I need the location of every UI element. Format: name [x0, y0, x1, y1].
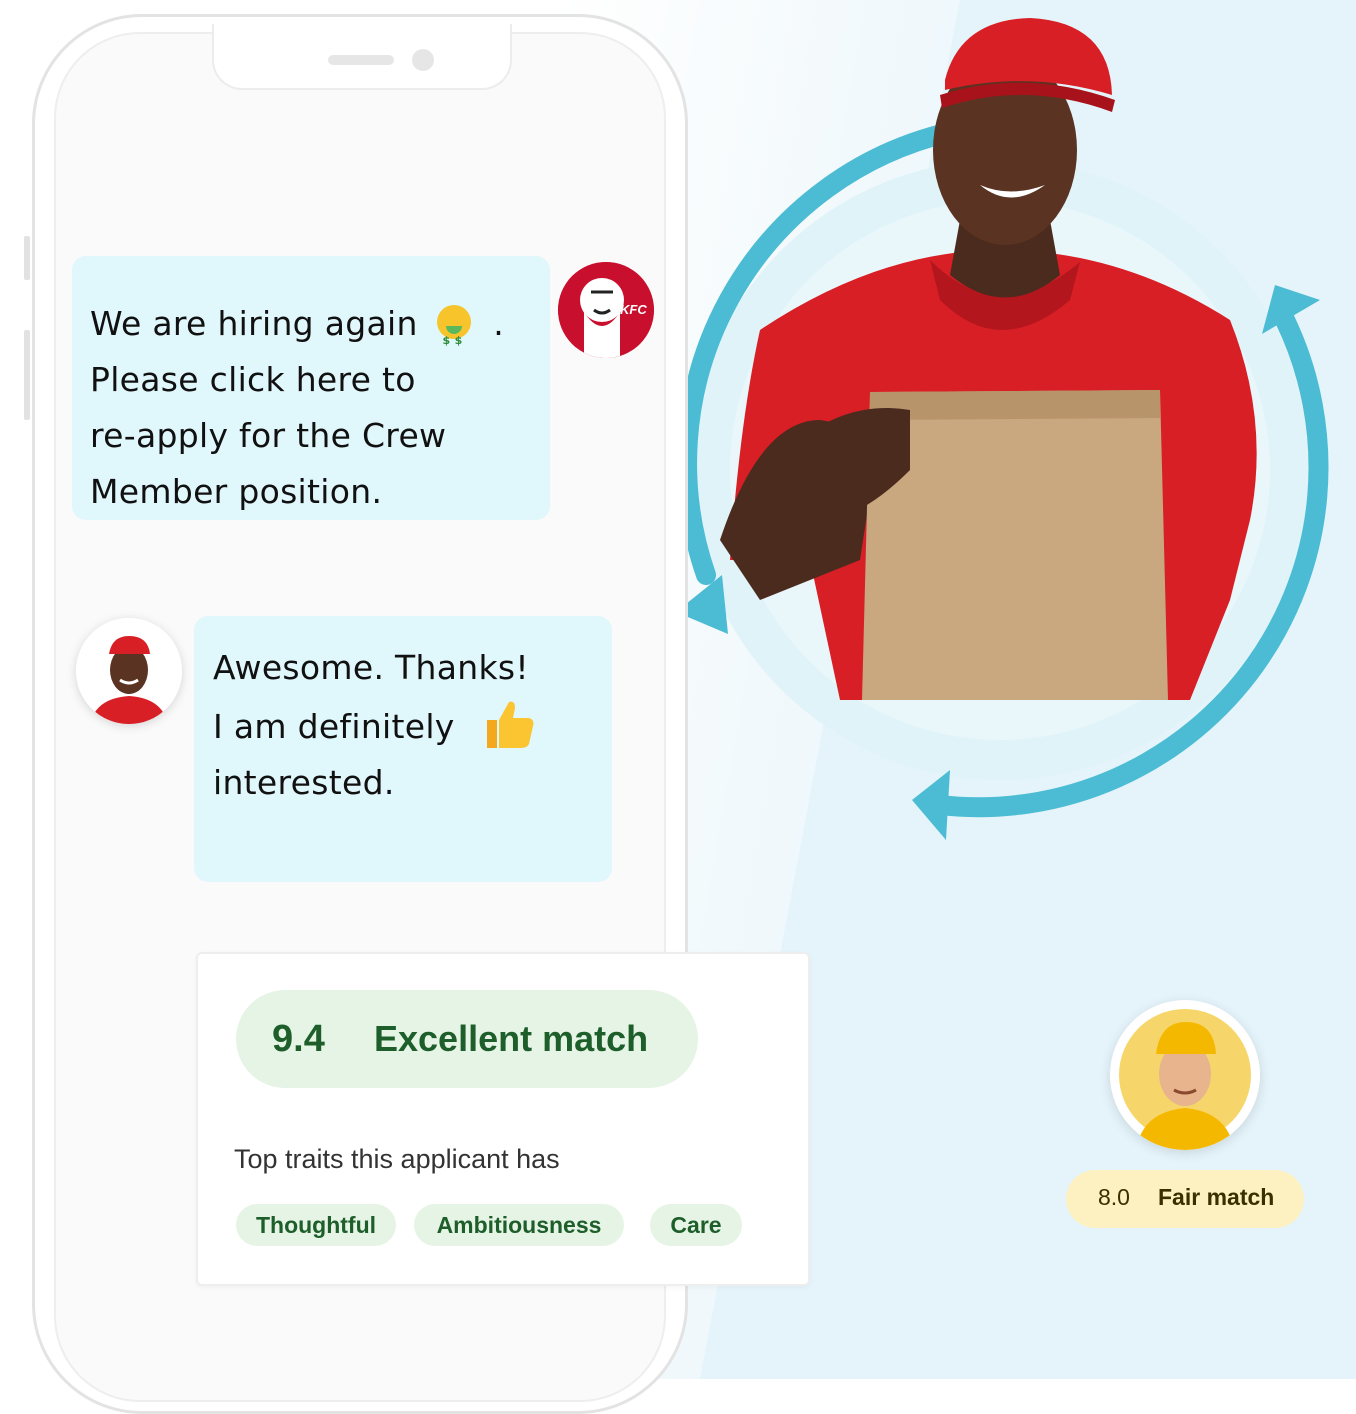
- applicant-photo: [76, 618, 182, 724]
- fair-match-pill: 8.0 Fair match: [1066, 1170, 1304, 1228]
- hero-illustration: [676, 18, 1329, 840]
- trait-badge: Thoughtful: [236, 1204, 396, 1246]
- fair-match-label: Fair match: [1158, 1184, 1275, 1210]
- employer-message-line: Please click here to: [90, 360, 416, 399]
- phone-volume-button: [24, 236, 30, 280]
- employer-message-text: We are hiring again: [90, 304, 418, 343]
- trait-badge: Ambitiousness: [414, 1204, 624, 1246]
- thumbs-up-icon: [487, 701, 534, 748]
- applicant-message-text: I am definitely: [213, 707, 455, 746]
- employer-message-bubble[interactable]: We are hiring again $ $ . Please click h…: [72, 256, 550, 520]
- phone-speaker: [328, 55, 394, 65]
- secondary-candidate-avatar: [1110, 1000, 1260, 1150]
- money-mouth-face-icon: $ $: [436, 305, 471, 347]
- applicant-avatar: [76, 618, 182, 724]
- employer-message-line: We are hiring again $ $ .: [90, 296, 550, 352]
- secondary-candidate-photo: [1110, 1000, 1260, 1150]
- applicant-message-line: Awesome. Thanks!: [213, 648, 529, 687]
- employer-message-line: re-apply for the Crew: [90, 416, 447, 455]
- applicant-message-line: I am definitely: [213, 696, 612, 755]
- phone-camera: [412, 49, 434, 71]
- trait-badge: Care: [650, 1204, 742, 1246]
- applicant-message-bubble[interactable]: Awesome. Thanks! I am definitely interes…: [194, 616, 612, 882]
- employer-message-suffix: .: [493, 304, 505, 343]
- applicant-message-line: interested.: [213, 763, 395, 802]
- traits-title: Top traits this applicant has: [234, 1144, 560, 1174]
- employer-logo-avatar: KFC: [558, 262, 654, 358]
- excellent-match-pill: 9.4 Excellent match: [236, 990, 698, 1088]
- match-card[interactable]: 9.4 Excellent match Top traits this appl…: [196, 952, 810, 1286]
- match-score: 9.4: [272, 1018, 325, 1060]
- match-label: Excellent match: [374, 1018, 649, 1059]
- fair-match-score: 8.0: [1098, 1184, 1130, 1210]
- colonel-logo-icon: KFC: [558, 262, 654, 358]
- kfc-logo-text: KFC: [620, 302, 647, 317]
- phone-volume-button: [24, 330, 30, 420]
- employer-message-line: Member position.: [90, 472, 383, 511]
